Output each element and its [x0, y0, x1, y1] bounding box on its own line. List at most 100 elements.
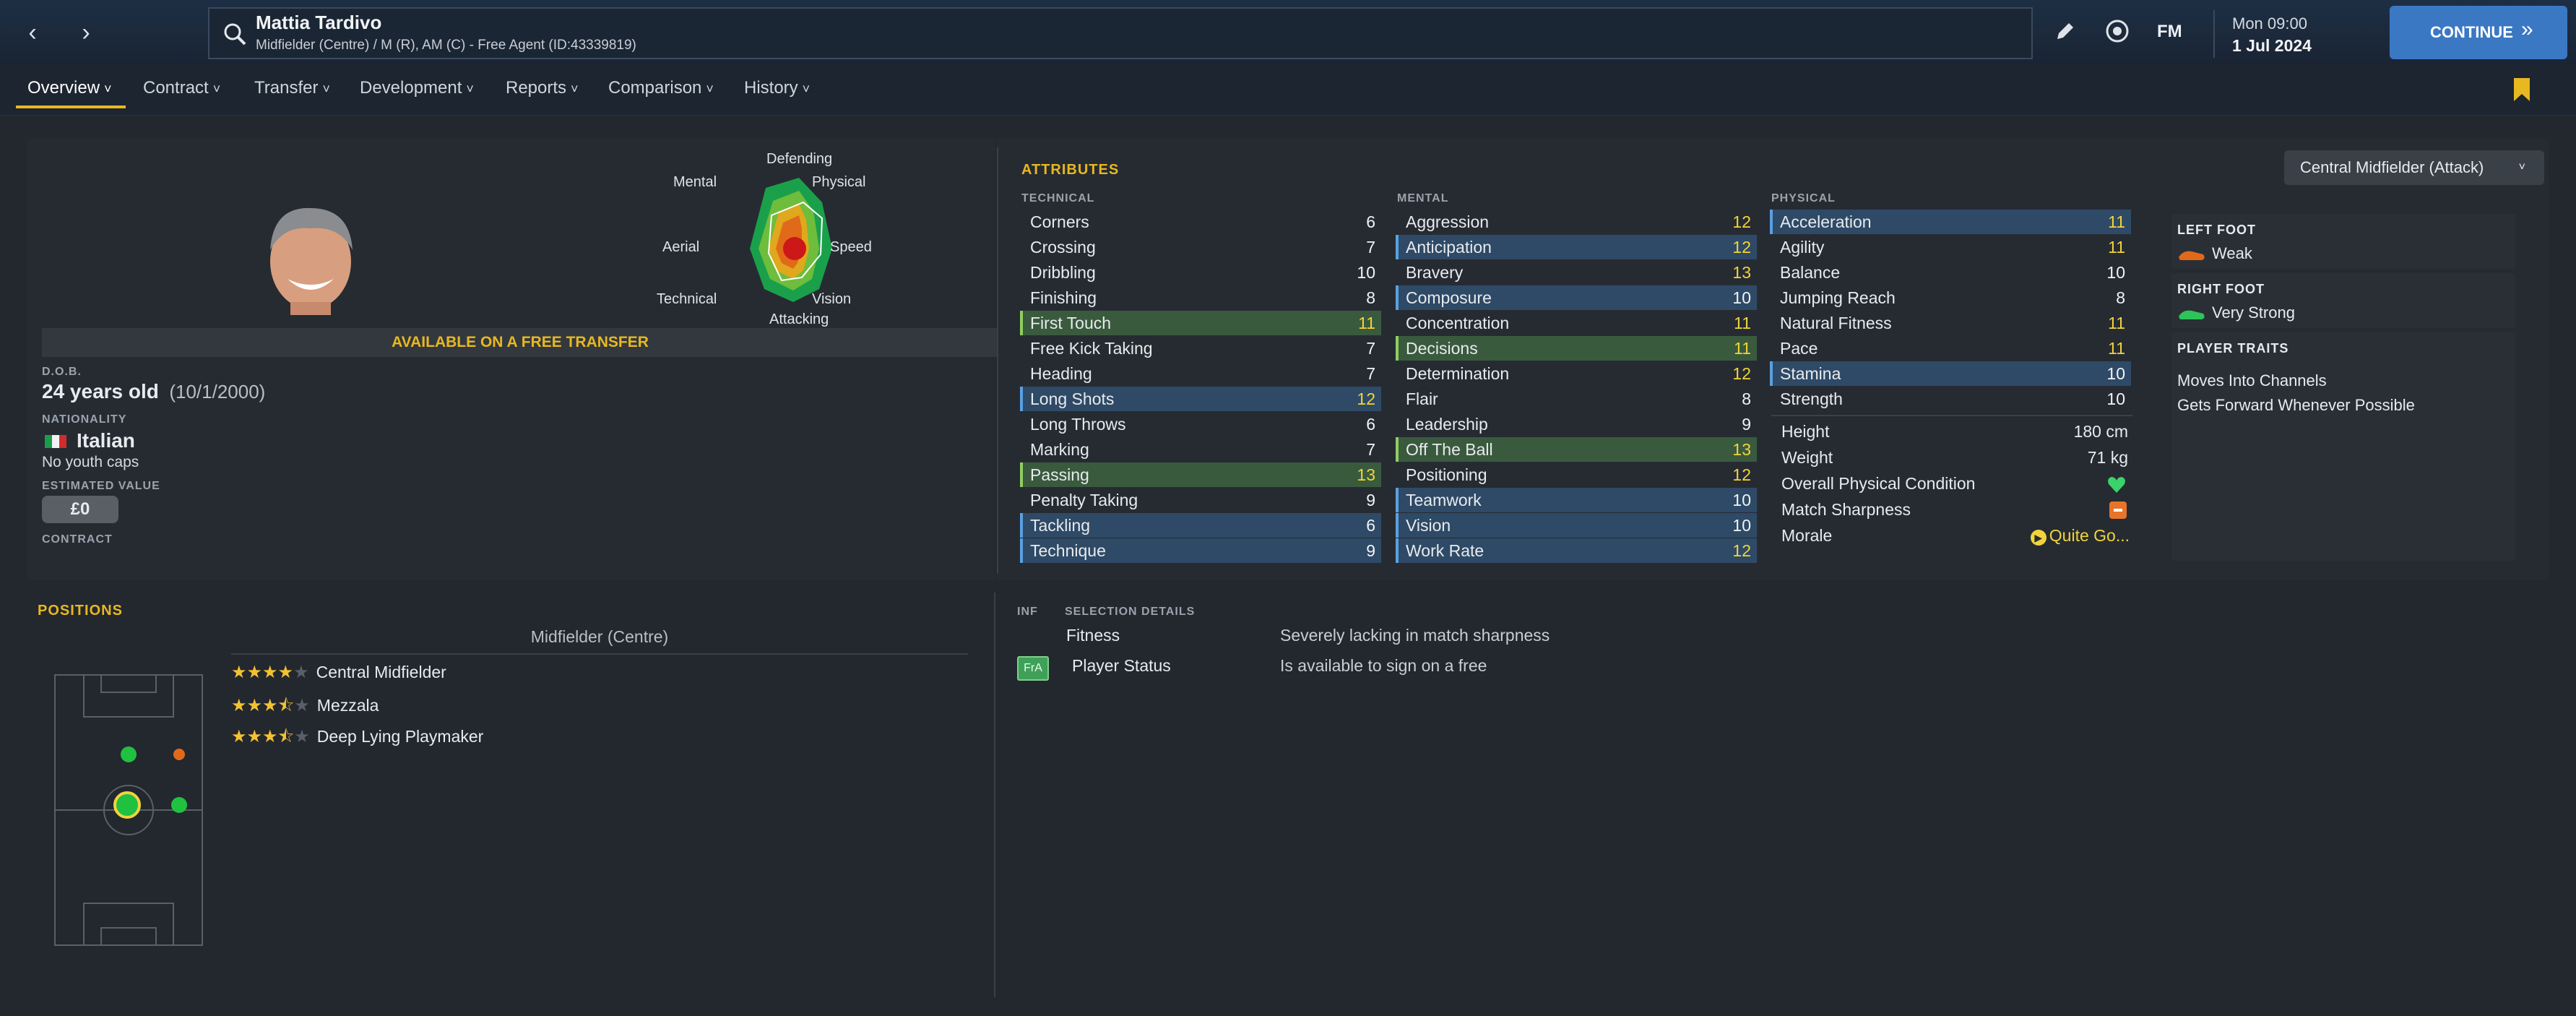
attribute-value: 9	[1742, 415, 1751, 434]
attribute-row[interactable]: Vision 10	[1396, 513, 1757, 538]
attribute-value: 12	[1732, 364, 1751, 383]
attribute-row[interactable]: Strength 10	[1770, 387, 2131, 411]
attribute-row[interactable]: Free Kick Taking 7	[1020, 336, 1381, 361]
highlight-bar	[1770, 210, 1773, 234]
attribute-row[interactable]: Tackling 6	[1020, 513, 1381, 538]
attribute-row[interactable]: Pace 11	[1770, 336, 2131, 361]
attribute-row[interactable]: Bravery 13	[1396, 260, 1757, 285]
role-row[interactable]: ★★★★★ Central Midfielder	[231, 662, 737, 688]
selection-panel: INF SELECTION DETAILS Fitness Severely l…	[994, 593, 2547, 1004]
role-row[interactable]: ★★★⯪★ Mezzala	[231, 693, 737, 719]
attribute-name: Penalty Taking	[1030, 491, 1138, 509]
chevron-down-icon: ˅	[2518, 161, 2525, 173]
panel-divider	[997, 147, 998, 574]
value-label: ESTIMATED VALUE	[42, 480, 160, 492]
attribute-row[interactable]: Crossing 7	[1020, 235, 1381, 259]
highlight-bar	[1020, 387, 1023, 411]
continue-label: CONTINUE	[2430, 23, 2513, 41]
attribute-name: Off The Ball	[1406, 440, 1493, 459]
forward-arrow-icon[interactable]: ›	[69, 16, 103, 49]
attribute-row[interactable]: Aggression 12	[1396, 210, 1757, 234]
attribute-row[interactable]: Anticipation 12	[1396, 235, 1757, 259]
attribute-row[interactable]: Long Shots 12	[1020, 387, 1381, 411]
attribute-row[interactable]: Balance 10	[1770, 260, 2131, 285]
attribute-name: Heading	[1030, 364, 1092, 383]
attribute-name: Natural Fitness	[1780, 314, 1892, 332]
attribute-row[interactable]: Work Rate 12	[1396, 538, 1757, 563]
continue-button[interactable]: CONTINUE »	[2390, 6, 2567, 59]
radar-label-speed: Speed	[830, 239, 872, 255]
attribute-name: Balance	[1780, 263, 1841, 282]
radar-label-physical: Physical	[812, 174, 865, 190]
attribute-name: Aggression	[1406, 212, 1490, 231]
attribute-row[interactable]: Leadership 9	[1396, 412, 1757, 436]
sharpness-indicator-icon	[2109, 501, 2127, 519]
tab-history[interactable]: History ˅	[744, 78, 810, 98]
tab-comparison[interactable]: Comparison ˅	[608, 78, 714, 98]
tab-reports[interactable]: Reports ˅	[506, 78, 579, 98]
attribute-name: Finishing	[1030, 288, 1097, 307]
attribute-row[interactable]: Passing 13	[1020, 462, 1381, 487]
tab-contract[interactable]: Contract ˅	[143, 78, 220, 98]
highlight-bar	[1396, 538, 1399, 563]
attribute-name: Long Shots	[1030, 389, 1115, 408]
attribute-row[interactable]: Acceleration 11	[1770, 210, 2131, 234]
attribute-row[interactable]: Stamina 10	[1770, 361, 2131, 386]
highlight-bar	[1020, 538, 1023, 563]
attribute-row[interactable]: Decisions 11	[1396, 336, 1757, 361]
dob-label: D.O.B.	[42, 366, 82, 378]
back-arrow-icon[interactable]: ‹	[16, 16, 49, 49]
highlight-bar	[1020, 462, 1023, 487]
attribute-row[interactable]: Jumping Reach 8	[1770, 285, 2131, 310]
highlight-bar	[1770, 361, 1773, 386]
attribute-row[interactable]: Composure 10	[1396, 285, 1757, 310]
club-crest-icon[interactable]	[2105, 19, 2130, 43]
bookmark-icon[interactable]	[2511, 77, 2533, 103]
attribute-row[interactable]: Dribbling 10	[1020, 260, 1381, 285]
fm-logo[interactable]: FM	[2157, 22, 2182, 42]
value-badge: £0	[42, 496, 118, 523]
attribute-name: Positioning	[1406, 465, 1487, 484]
search-bar[interactable]: Mattia Tardivo Midfielder (Centre) / M (…	[208, 7, 2033, 59]
attribute-row[interactable]: Concentration 11	[1396, 311, 1757, 335]
edit-pencil-icon[interactable]	[2053, 20, 2076, 43]
attribute-row[interactable]: Off The Ball 13	[1396, 437, 1757, 462]
radar-chart: Defending Physical Speed Vision Attackin…	[657, 151, 872, 327]
attribute-row[interactable]: Determination 12	[1396, 361, 1757, 386]
attribute-name: Composure	[1406, 288, 1492, 307]
date-label: 1 Jul 2024	[2232, 36, 2312, 55]
star-icon: ⯪	[277, 727, 295, 746]
radar-label-defending: Defending	[766, 151, 832, 167]
attribute-row[interactable]: First Touch 11	[1020, 311, 1381, 335]
heart-icon	[2108, 477, 2125, 493]
role-row[interactable]: ★★★⯪★ Deep Lying Playmaker	[231, 724, 737, 750]
attribute-value: 12	[1732, 465, 1751, 484]
attribute-row[interactable]: Agility 11	[1770, 235, 2131, 259]
radar-label-aerial: Aerial	[662, 239, 699, 255]
tab-development[interactable]: Development ˅	[360, 78, 474, 98]
weight-label: Weight	[1781, 448, 1833, 467]
attribute-value: 7	[1366, 440, 1375, 459]
attribute-row[interactable]: Corners 6	[1020, 210, 1381, 234]
role-select[interactable]: Central Midfielder (Attack) ˅	[2284, 150, 2544, 185]
tab-transfer[interactable]: Transfer ˅	[254, 78, 330, 98]
attribute-row[interactable]: Technique 9	[1020, 538, 1381, 563]
attribute-row[interactable]: Flair 8	[1396, 387, 1757, 411]
date-box[interactable]: Mon 09:00 1 Jul 2024	[2213, 10, 2372, 58]
attribute-row[interactable]: Positioning 12	[1396, 462, 1757, 487]
role-name: Mezzala	[316, 696, 379, 715]
attribute-row[interactable]: Teamwork 10	[1396, 488, 1757, 512]
highlight-bar	[1396, 336, 1399, 361]
tab-overview[interactable]: Overview ˅	[27, 78, 112, 98]
highlight-bar	[1396, 437, 1399, 462]
morale-value: ▶ Quite Go...	[2028, 526, 2130, 546]
attribute-row[interactable]: Finishing 8	[1020, 285, 1381, 310]
attribute-row[interactable]: Natural Fitness 11	[1770, 311, 2131, 335]
attribute-row[interactable]: Penalty Taking 9	[1020, 488, 1381, 512]
role-name: Deep Lying Playmaker	[316, 727, 484, 746]
physical-list: Acceleration 11 Agility 11 Balance 10 Jumping …	[1770, 210, 2137, 412]
attribute-name: Decisions	[1406, 339, 1478, 358]
attribute-row[interactable]: Marking 7	[1020, 437, 1381, 462]
attribute-row[interactable]: Heading 7	[1020, 361, 1381, 386]
attribute-row[interactable]: Long Throws 6	[1020, 412, 1381, 436]
